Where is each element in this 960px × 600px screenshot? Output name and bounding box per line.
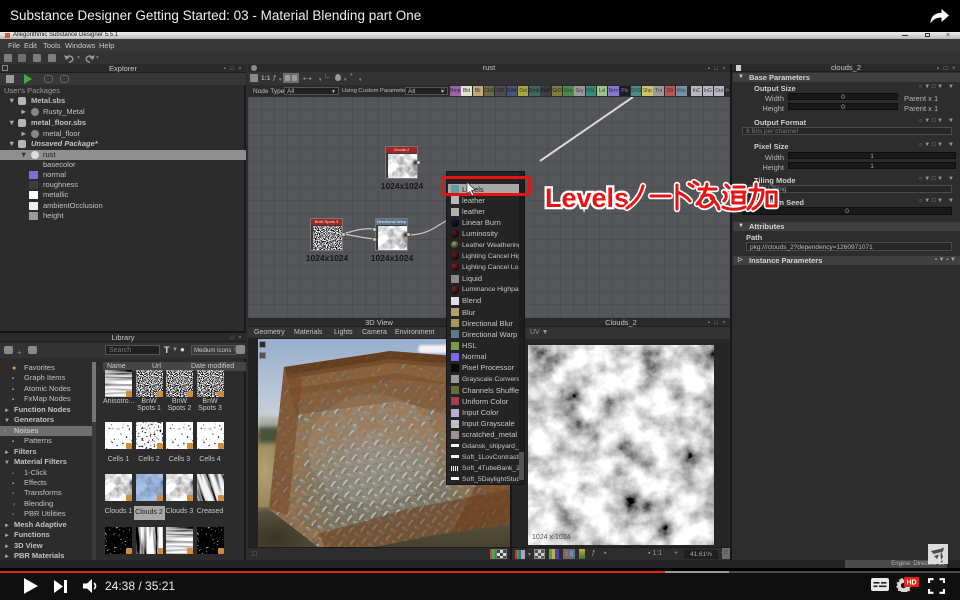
- svg-text:Levels: Levels: [545, 183, 629, 213]
- svg-text:HD: HD: [906, 580, 916, 587]
